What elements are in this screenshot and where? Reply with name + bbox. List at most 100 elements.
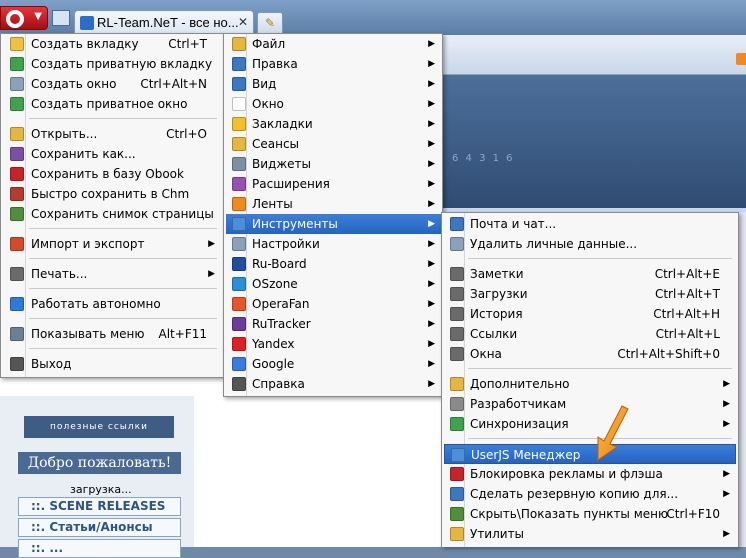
submenu-arrow-icon: ▶ [428, 119, 435, 129]
menu-item-puzzle[interactable]: Расширения ▶ [226, 174, 441, 194]
save-icon [10, 147, 24, 161]
submenu-arrow-icon: ▶ [428, 259, 435, 269]
menu-item-exit[interactable]: Выход [3, 354, 221, 374]
header-numbers: 6 4 3 1 6 [452, 153, 515, 164]
downloads-icon [450, 287, 464, 301]
menu-item-save[interactable]: Сохранить как... [3, 144, 221, 164]
open-folder-icon [10, 127, 24, 141]
menu-item-open-folder[interactable]: Открыть... Ctrl+O [3, 124, 221, 144]
menu-item-help[interactable]: Справка ▶ [226, 374, 441, 394]
star-icon [232, 117, 246, 131]
menu-item-label: Открыть... [31, 127, 98, 141]
menu-item-label: Блокировка рекламы и флэша [470, 467, 663, 481]
submenu-arrow-icon: ▶ [428, 379, 435, 389]
menu-item-gear[interactable]: Виджеты ▶ [226, 154, 441, 174]
windows-icon [450, 347, 464, 361]
menu-item-history[interactable]: История Ctrl+Alt+H [444, 304, 736, 324]
menu-item-star[interactable]: Закладки ▶ [226, 114, 441, 134]
menu-item-menu-bar[interactable]: Показывать меню Alt+F11 [3, 324, 221, 344]
menu-item-label: Создать приватное окно [31, 97, 188, 111]
menu-item-downloads[interactable]: Загрузки Ctrl+Alt+T [444, 284, 736, 304]
menu-item-private-window[interactable]: Создать приватное окно [3, 94, 221, 114]
tools-icon [232, 217, 246, 231]
menu-item-folder[interactable]: Файл ▶ [226, 34, 441, 54]
menu-item-operafan[interactable]: OperaFan ▶ [226, 294, 441, 314]
link-more[interactable]: ::. ... [18, 539, 181, 558]
new-tab-button[interactable]: ✎ [257, 12, 283, 34]
menu-bar-submenu: Файл ▶ Правка ▶ Вид ▶ Окно ▶ Закладки ▶ Сеансы ▶ Вид… [223, 33, 443, 397]
submenu-arrow-icon: ▶ [723, 379, 730, 389]
menu-item-pencil[interactable]: Правка ▶ [226, 54, 441, 74]
link-scene-releases[interactable]: ::. SCENE RELEASES [18, 497, 181, 516]
menu-item-private-tab[interactable]: Создать приватную вкладку [3, 54, 221, 74]
menu-item-adblock[interactable]: Блокировка рекламы и флэша ▶ [444, 464, 736, 484]
menu-bar-icon [10, 327, 24, 341]
menu-item-label: Создать окно [31, 77, 117, 91]
menu-item-label: Инструменты [252, 217, 338, 231]
submenu-arrow-icon: ▶ [723, 399, 730, 409]
menu-item-label: Сеансы [252, 137, 300, 151]
link-articles[interactable]: ::. Статьи/Анонсы [18, 518, 181, 537]
menu-item-settings[interactable]: Настройки ▶ [226, 234, 441, 254]
private-tab-icon [10, 57, 24, 71]
menu-item-shortcut: Ctrl+Alt+H [653, 307, 720, 321]
opera-menu-button[interactable]: ▼ [0, 6, 48, 30]
menu-item-label: Файл [252, 37, 286, 51]
menu-item-offline[interactable]: Работать автономно [3, 294, 221, 314]
close-icon[interactable]: ✕ [238, 15, 248, 29]
menu-separator [468, 368, 732, 369]
menu-item-import-export[interactable]: Импорт и экспорт ▶ [3, 234, 221, 254]
menu-separator [468, 258, 732, 259]
history-icon [450, 307, 464, 321]
menu-item-shortcut: Ctrl+Alt+L [655, 327, 720, 341]
menu-item-rss[interactable]: Ленты ▶ [226, 194, 441, 214]
menu-item-hide-show[interactable]: Скрыть\Показать пункты меню Ctrl+F10 [444, 504, 736, 524]
menu-item-shortcut: Ctrl+T [168, 37, 207, 51]
links-icon [450, 327, 464, 341]
menu-item-chm[interactable]: Быстро сохранить в Chm [3, 184, 221, 204]
menu-item-magnifier[interactable]: Вид ▶ [226, 74, 441, 94]
menu-item-links[interactable]: Ссылки Ctrl+Alt+L [444, 324, 736, 344]
developer-icon [450, 397, 464, 411]
menu-item-ruboard[interactable]: Ru-Board ▶ [226, 254, 441, 274]
tab-active[interactable]: RL-Team.NeT - все но... ✕ [74, 10, 254, 35]
menu-item-shortcut: Ctrl+Alt+Shift+0 [617, 347, 720, 361]
menu-item-notes[interactable]: Заметки Ctrl+Alt+E [444, 264, 736, 284]
menu-item-folder[interactable]: Дополнительно ▶ [444, 374, 736, 394]
tab-title: RL-Team.NeT - все но... [97, 15, 239, 30]
delete-data-icon [450, 237, 464, 251]
menu-item-rutracker[interactable]: RuTracker ▶ [226, 314, 441, 334]
menu-item-screenshot[interactable]: Сохранить снимок страницы [3, 204, 221, 224]
menu-item-print[interactable]: Печать... ▶ [3, 264, 221, 284]
menu-separator [29, 118, 217, 119]
menu-item-shortcut: Ctrl+O [166, 127, 207, 141]
menu-item-utilities[interactable]: Утилиты ▶ [444, 524, 736, 544]
menu-item-oszone[interactable]: OSzone ▶ [226, 274, 441, 294]
gear-icon [232, 157, 246, 171]
menu-item-label: Удалить личные данные... [470, 237, 638, 251]
menu-item-tools[interactable]: Инструменты ▶ [226, 214, 441, 234]
menu-item-label: Сделать резервную копию для... [470, 487, 679, 501]
menu-item-obook[interactable]: Сохранить в базу Obook [3, 164, 221, 184]
menu-separator [29, 228, 217, 229]
menu-item-label: OperaFan [252, 297, 310, 311]
rss-icon[interactable] [736, 53, 746, 65]
menu-item-new-tab[interactable]: Создать вкладку Ctrl+T [3, 34, 221, 54]
obook-icon [10, 167, 24, 181]
menu-item-label: Быстро сохранить в Chm [31, 187, 190, 201]
menu-item-label: Правка [252, 57, 298, 71]
menu-item-backup[interactable]: Сделать резервную копию для... ▶ [444, 484, 736, 504]
menu-item-delete-data[interactable]: Удалить личные данные... [444, 234, 736, 254]
hide-show-icon [450, 507, 464, 521]
menu-item-window[interactable]: Окно ▶ [226, 94, 441, 114]
menu-item-windows[interactable]: Окна Ctrl+Alt+Shift+0 [444, 344, 736, 364]
menu-item-google[interactable]: Google ▶ [226, 354, 441, 374]
menu-item-sessions[interactable]: Сеансы ▶ [226, 134, 441, 154]
menu-item-new-window[interactable]: Создать окно Ctrl+Alt+N [3, 74, 221, 94]
menu-item-yandex[interactable]: Yandex ▶ [226, 334, 441, 354]
tab-cascade-icon[interactable] [52, 10, 70, 26]
menu-item-label: Сохранить как... [31, 147, 136, 161]
menu-item-label: Скрыть\Показать пункты меню [470, 507, 669, 521]
menu-item-mail-chat[interactable]: Почта и чат... [444, 214, 736, 234]
submenu-arrow-icon: ▶ [428, 179, 435, 189]
